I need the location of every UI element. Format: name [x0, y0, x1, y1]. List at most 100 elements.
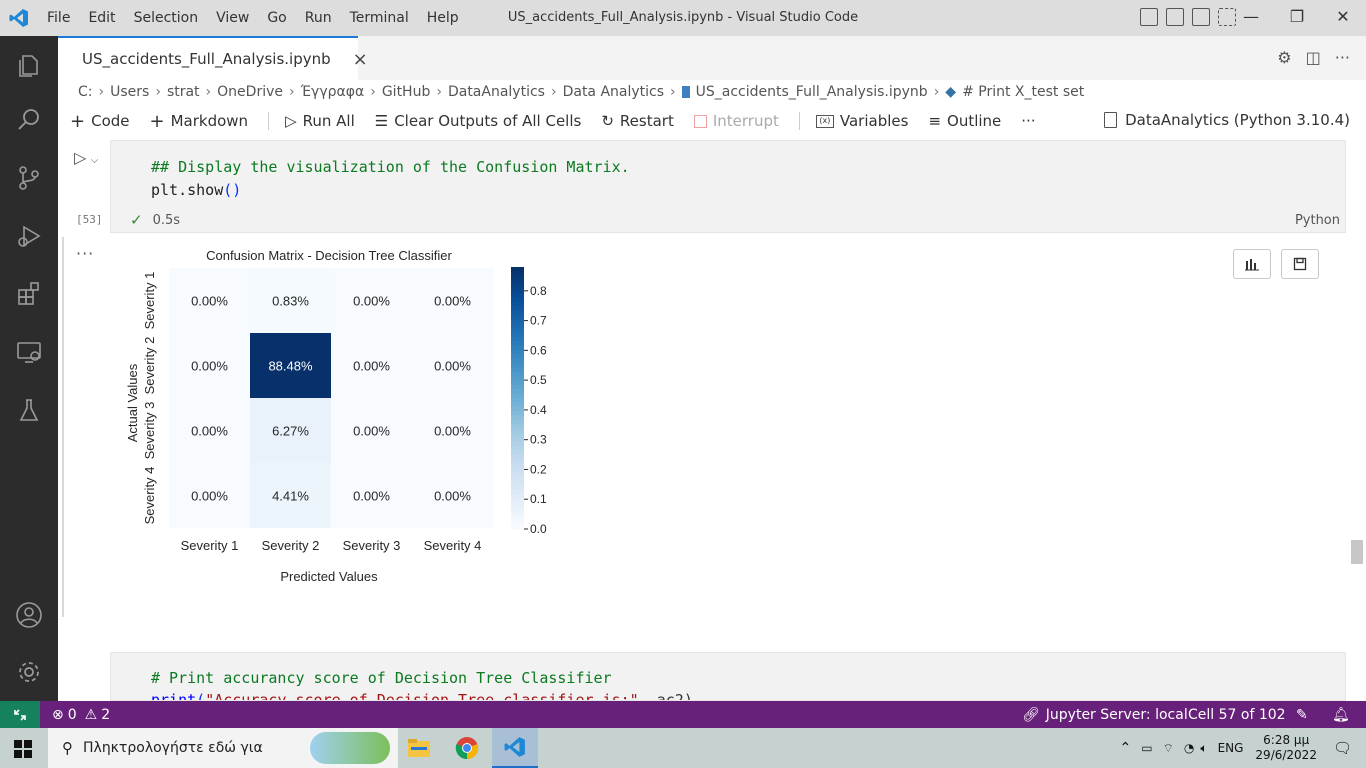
menu-edit[interactable]: Edit — [79, 0, 124, 36]
close-window-icon[interactable]: ✕ — [1320, 0, 1366, 36]
breadcrumb-item[interactable]: GitHub — [382, 84, 431, 100]
chart-view-button[interactable] — [1233, 249, 1271, 279]
toggle-primary-sidebar-icon[interactable] — [1140, 8, 1158, 26]
colorbar-segment — [511, 271, 524, 277]
clock[interactable]: 6:28 μμ 29/6/2022 — [1255, 733, 1317, 763]
action-center-icon[interactable]: 🗨︎ — [1333, 739, 1352, 757]
activity-bar — [0, 36, 58, 701]
file-explorer-icon[interactable] — [396, 728, 442, 768]
volume-icon[interactable]: 🔈︎ — [1200, 741, 1207, 756]
kernel-picker[interactable]: DataAnalytics (Python 3.10.4) — [1104, 111, 1350, 129]
minimize-icon[interactable]: — — [1228, 0, 1274, 36]
breadcrumb-item[interactable]: Έγγραφα — [301, 84, 365, 100]
search-highlight-image — [310, 732, 390, 764]
breadcrumb-item[interactable]: DataAnalytics — [448, 84, 545, 100]
heatmap-cell-label: 0.00% — [191, 294, 228, 309]
scrollbar-thumb[interactable] — [1351, 540, 1363, 564]
warning-icon: ⚠ — [84, 706, 98, 723]
tab-notebook[interactable]: US_accidents_Full_Analysis.ipynb × — [58, 36, 368, 80]
network-icon[interactable]: ⌔ — [1163, 741, 1174, 756]
warning-count: 2 — [101, 706, 111, 723]
input-language[interactable]: ENG — [1218, 741, 1244, 755]
wifi-icon[interactable]: ◔ — [1184, 741, 1194, 755]
taskbar-search-input[interactable]: ⚲ Πληκτρολογήστε εδώ για — [48, 728, 398, 768]
windows-start-icon[interactable] — [14, 740, 32, 758]
split-editor-icon[interactable]: ◫ — [1306, 48, 1321, 67]
heatmap-cell-label: 0.00% — [434, 424, 471, 439]
restart-button[interactable]: ↻ Restart — [601, 112, 674, 130]
clear-all-icon: ☰ — [374, 112, 389, 130]
notifications-bell-icon[interactable]: 🔔︎ — [1332, 707, 1350, 723]
colorbar-tick-label: 0.1 — [530, 492, 547, 506]
feedback-icon[interactable]: ✎ — [1296, 707, 1308, 723]
run-cell-button[interactable]: ▷ ⌵ — [74, 148, 98, 167]
breadcrumb-item[interactable]: US_accidents_Full_Analysis.ipynb — [696, 84, 928, 100]
toggle-secondary-sidebar-icon[interactable] — [1192, 8, 1210, 26]
add-markdown-cell-button[interactable]: + Markdown — [150, 111, 249, 132]
code-cell[interactable]: # Print accurancy score of Decision Tree… — [110, 652, 1346, 701]
battery-icon[interactable]: ▭ — [1141, 741, 1152, 755]
colorbar-segment — [511, 389, 524, 395]
accounts-icon[interactable] — [0, 591, 58, 639]
chart-title: Confusion Matrix - Decision Tree Classif… — [206, 248, 452, 263]
menu-view[interactable]: View — [207, 0, 258, 36]
chevron-down-icon[interactable]: ⌵ — [91, 155, 99, 166]
remote-explorer-icon[interactable] — [0, 328, 58, 376]
cell-focus-indicator — [62, 237, 64, 617]
heatmap-cell-label: 0.00% — [353, 359, 390, 374]
chrome-icon[interactable] — [444, 728, 490, 768]
toggle-panel-icon[interactable] — [1166, 8, 1184, 26]
problems-indicator[interactable]: ⊗ 0 ⚠ 2 — [52, 707, 110, 723]
editor-actions: ⚙ ◫ ··· — [1277, 48, 1350, 67]
jupyter-server-status[interactable]: 🔗︎ Jupyter Server: local — [1022, 707, 1188, 723]
cell-language[interactable]: Python — [1295, 213, 1340, 228]
chart-xlabel: Predicted Values — [280, 569, 378, 584]
more-actions-icon[interactable]: ··· — [1335, 48, 1350, 67]
menu-help[interactable]: Help — [418, 0, 468, 36]
run-debug-icon[interactable] — [0, 212, 58, 260]
chevron-up-icon[interactable]: ⌃ — [1120, 740, 1132, 756]
breadcrumb-item[interactable]: # Print X_test set — [962, 84, 1084, 100]
menu-selection[interactable]: Selection — [125, 0, 208, 36]
menu-file[interactable]: File — [38, 0, 79, 36]
chevron-right-icon: › — [550, 84, 557, 100]
menu-go[interactable]: Go — [258, 0, 295, 36]
code-cell[interactable]: ## Display the visualization of the Conf… — [110, 140, 1346, 233]
cell-position[interactable]: Cell 57 of 102 — [1188, 707, 1286, 723]
run-icon: ▷ — [74, 148, 87, 167]
variables-icon: (x) — [815, 114, 834, 128]
add-code-cell-button[interactable]: + Code — [70, 111, 130, 132]
clear-outputs-button[interactable]: ☰ Clear Outputs of All Cells — [375, 112, 582, 130]
heatmap-cell-label: 0.00% — [353, 294, 390, 309]
breadcrumb-item[interactable]: Data Analytics — [563, 84, 664, 100]
interrupt-button[interactable]: Interrupt — [693, 112, 779, 130]
toolbar-more-button[interactable]: ··· — [1021, 112, 1035, 130]
stop-icon — [693, 114, 707, 128]
cell-duration: 0.5s — [152, 212, 181, 228]
restore-icon[interactable]: ❐ — [1274, 0, 1320, 36]
menu-run[interactable]: Run — [296, 0, 341, 36]
breadcrumb-item[interactable]: OneDrive — [217, 84, 283, 100]
menu-terminal[interactable]: Terminal — [341, 0, 418, 36]
breadcrumb-item[interactable]: Users — [110, 84, 149, 100]
breadcrumb-item[interactable]: strat — [167, 84, 200, 100]
output-more-icon[interactable]: ··· — [76, 244, 94, 263]
search-icon[interactable] — [0, 96, 58, 144]
colorbar-tick-label: 0.7 — [530, 314, 547, 328]
settings-icon[interactable]: ⚙ — [1277, 48, 1291, 67]
heatmap-cell-label: 0.00% — [191, 424, 228, 439]
vscode-taskbar-icon[interactable] — [492, 728, 538, 768]
source-control-icon[interactable] — [0, 154, 58, 202]
variables-button[interactable]: (x) Variables — [815, 112, 908, 130]
save-output-button[interactable] — [1281, 249, 1319, 279]
heatmap-cell-label: 88.48% — [268, 359, 313, 374]
tab-close-icon[interactable]: × — [353, 49, 368, 70]
remote-indicator-icon[interactable] — [0, 701, 40, 728]
outline-button[interactable]: ≡ Outline — [928, 112, 1001, 130]
explorer-icon[interactable] — [0, 40, 58, 88]
testing-icon[interactable] — [0, 386, 58, 434]
settings-gear-icon[interactable] — [0, 648, 58, 696]
breadcrumb-item[interactable]: C: — [78, 84, 93, 100]
run-all-button[interactable]: ▷ Run All — [285, 112, 355, 130]
extensions-icon[interactable] — [0, 270, 58, 318]
